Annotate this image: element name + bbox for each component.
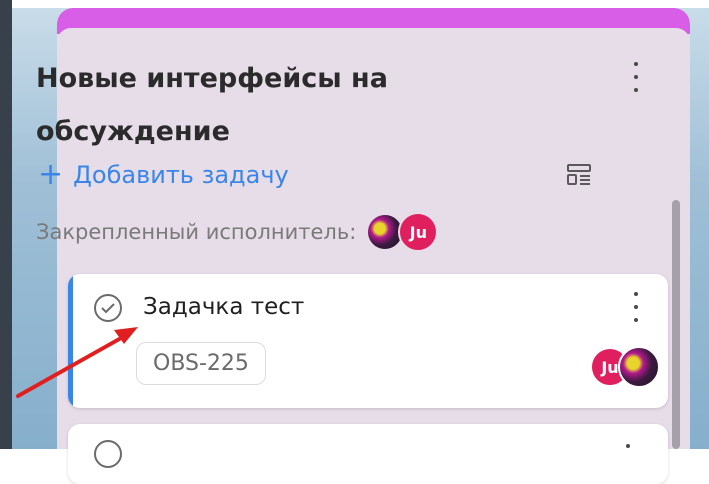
pinned-assignee-label: Закрепленный исполнитель: xyxy=(36,220,357,244)
column-title[interactable]: Новые интерфейсы на обсуждение xyxy=(36,52,506,158)
card-accent-bar xyxy=(68,274,73,408)
add-task-label: Добавить задачу xyxy=(73,161,289,189)
card-more-vertical-icon[interactable] xyxy=(626,444,630,448)
scrollbar-thumb[interactable] xyxy=(672,200,680,449)
task-id-badge[interactable]: OBS-225 xyxy=(136,342,266,385)
avatar[interactable] xyxy=(618,346,660,388)
add-task-button[interactable]: + Добавить задачу xyxy=(38,160,289,190)
plus-icon: + xyxy=(38,157,64,192)
pinned-assignee-row: Закрепленный исполнитель: Ju xyxy=(36,212,439,252)
check-circle-icon[interactable] xyxy=(94,440,122,468)
task-card-partial[interactable] xyxy=(68,424,668,484)
task-title[interactable]: Задачка тест xyxy=(143,294,304,320)
card-more-vertical-icon[interactable] xyxy=(626,292,646,322)
task-card[interactable]: Задачка тест OBS-225 Ju xyxy=(68,274,668,408)
layout-filter-icon[interactable] xyxy=(566,162,592,188)
column-more-vertical-icon[interactable] xyxy=(626,62,646,92)
check-circle-icon[interactable] xyxy=(92,292,124,324)
pinned-assignee-avatars[interactable]: Ju xyxy=(366,212,439,252)
card-assignee-avatars[interactable]: Ju xyxy=(590,346,660,388)
column-scrollbar[interactable] xyxy=(672,200,682,449)
left-sidebar-edge xyxy=(0,0,12,449)
avatar-initials[interactable]: Ju xyxy=(398,212,439,252)
